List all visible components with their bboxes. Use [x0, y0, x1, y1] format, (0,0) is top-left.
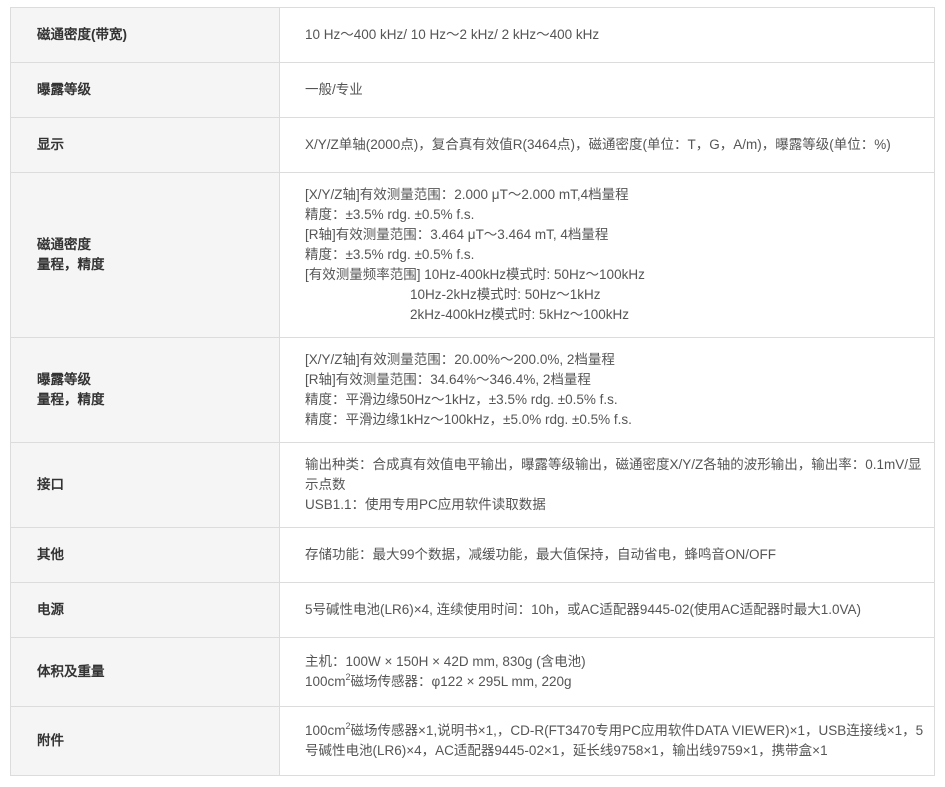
- row-label: 体积及重量: [10, 637, 280, 707]
- row-value: 一般/专业: [279, 62, 935, 118]
- table-row: 曝露等级 量程，精度 [X/Y/Z轴]有效测量范围：20.00%～200.0%,…: [10, 337, 935, 443]
- table-row: 附件 100cm2磁场传感器×1,说明书×1,，CD-R(FT3470专用PC应…: [10, 706, 935, 776]
- row-value: 主机：100W × 150H × 42D mm, 830g (含电池) 100c…: [279, 637, 935, 707]
- row-value: 输出种类：合成真有效值电平输出，曝露等级输出，磁通密度X/Y/Z各轴的波形输出，…: [279, 442, 935, 528]
- row-value: [X/Y/Z轴]有效测量范围：20.00%～200.0%, 2档量程 [R轴]有…: [279, 337, 935, 443]
- row-value: 存储功能：最大99个数据，减缓功能，最大值保持，自动省电，蜂鸣音ON/OFF: [279, 527, 935, 583]
- row-value: [X/Y/Z轴]有效测量范围：2.000 μT～2.000 mT,4档量程 精度…: [279, 172, 935, 338]
- row-value: 100cm2磁场传感器×1,说明书×1,，CD-R(FT3470专用PC应用软件…: [279, 706, 935, 776]
- row-label: 曝露等级: [10, 62, 280, 118]
- row-label: 显示: [10, 117, 280, 173]
- table-row: 电源 5号碱性电池(LR6)×4, 连续使用时间：10h，或AC适配器9445-…: [10, 582, 935, 638]
- table-row: 磁通密度(带宽) 10 Hz～400 kHz/ 10 Hz～2 kHz/ 2 k…: [10, 7, 935, 63]
- row-label: 电源: [10, 582, 280, 638]
- spec-table: 磁通密度(带宽) 10 Hz～400 kHz/ 10 Hz～2 kHz/ 2 k…: [10, 7, 935, 776]
- row-label: 磁通密度(带宽): [10, 7, 280, 63]
- row-value: 10 Hz～400 kHz/ 10 Hz～2 kHz/ 2 kHz～400 kH…: [279, 7, 935, 63]
- table-row: 体积及重量 主机：100W × 150H × 42D mm, 830g (含电池…: [10, 637, 935, 707]
- table-row: 接口 输出种类：合成真有效值电平输出，曝露等级输出，磁通密度X/Y/Z各轴的波形…: [10, 442, 935, 528]
- row-value: 5号碱性电池(LR6)×4, 连续使用时间：10h，或AC适配器9445-02(…: [279, 582, 935, 638]
- table-row: 其他 存储功能：最大99个数据，减缓功能，最大值保持，自动省电，蜂鸣音ON/OF…: [10, 527, 935, 583]
- row-label: 曝露等级 量程，精度: [10, 337, 280, 443]
- row-value: X/Y/Z单轴(2000点)，复合真有效值R(3464点)，磁通密度(单位：T，…: [279, 117, 935, 173]
- row-label: 磁通密度 量程，精度: [10, 172, 280, 338]
- table-row: 曝露等级 一般/专业: [10, 62, 935, 118]
- table-row: 显示 X/Y/Z单轴(2000点)，复合真有效值R(3464点)，磁通密度(单位…: [10, 117, 935, 173]
- row-label: 附件: [10, 706, 280, 776]
- row-label: 其他: [10, 527, 280, 583]
- row-label: 接口: [10, 442, 280, 528]
- table-row: 磁通密度 量程，精度 [X/Y/Z轴]有效测量范围：2.000 μT～2.000…: [10, 172, 935, 338]
